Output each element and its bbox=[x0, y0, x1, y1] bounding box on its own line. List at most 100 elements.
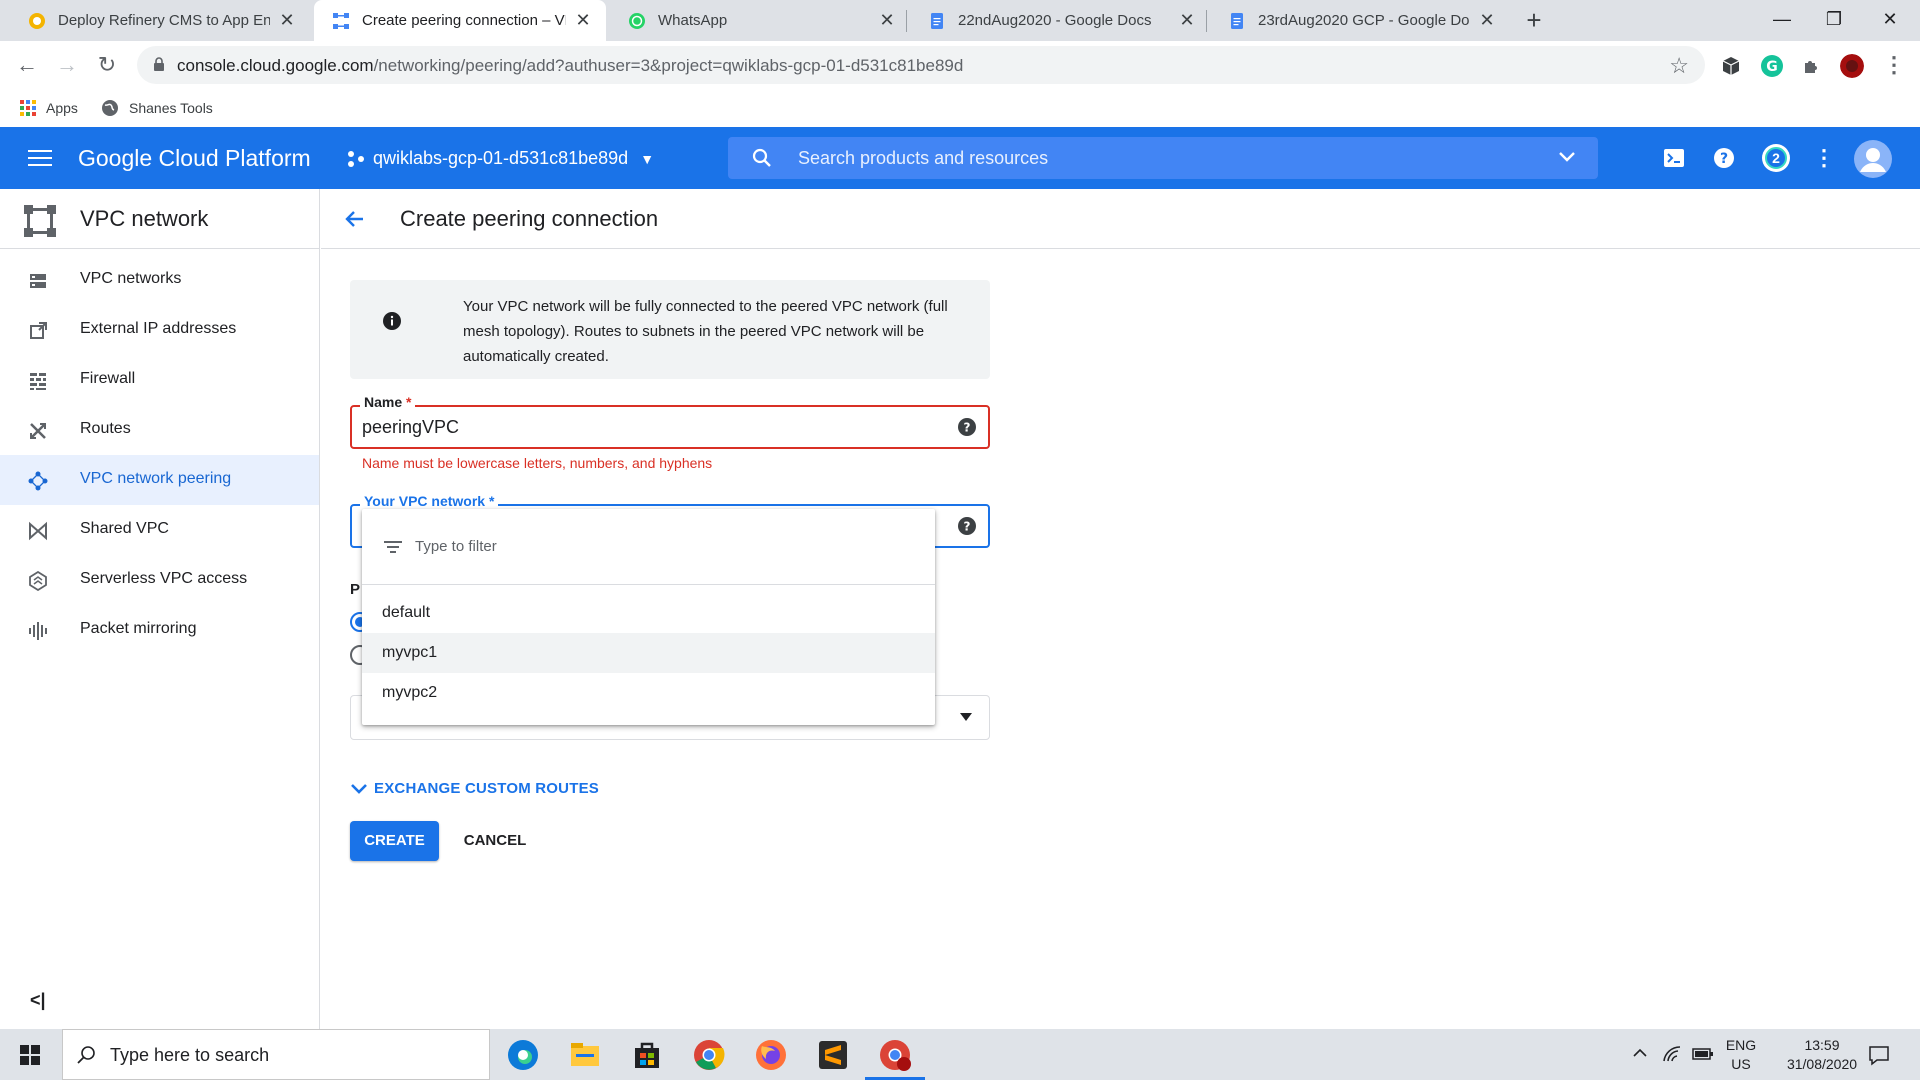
packet-mirroring-icon bbox=[29, 622, 47, 640]
dropdown-option[interactable]: default bbox=[362, 593, 935, 633]
option-label: default bbox=[382, 604, 431, 621]
back-nav-button[interactable]: ← bbox=[11, 49, 43, 81]
language-code: ENG bbox=[1725, 1037, 1757, 1053]
bookmark-star-icon[interactable]: ☆ bbox=[1669, 53, 1689, 79]
edge-icon[interactable] bbox=[506, 1038, 540, 1072]
forward-nav-button[interactable]: → bbox=[51, 49, 83, 81]
account-avatar[interactable] bbox=[1854, 140, 1892, 178]
chevron-up-icon[interactable] bbox=[1632, 1047, 1648, 1059]
search-icon bbox=[752, 148, 771, 167]
browser-menu-icon[interactable]: ⋮ bbox=[1878, 49, 1910, 81]
vpc-network-product-icon bbox=[24, 205, 56, 237]
file-explorer-icon[interactable] bbox=[568, 1038, 602, 1072]
gcp-network-icon bbox=[333, 12, 349, 29]
tab-refinery[interactable]: Deploy Refinery CMS to App Eng ✕ bbox=[10, 0, 310, 41]
address-bar[interactable]: console.cloud.google.com/networking/peer… bbox=[137, 46, 1705, 84]
profile-avatar[interactable] bbox=[1840, 54, 1864, 78]
globe-icon bbox=[102, 100, 118, 116]
hamburger-menu-icon[interactable] bbox=[28, 150, 52, 166]
collapse-sidebar-button[interactable]: <| bbox=[30, 990, 46, 1011]
required-mark: * bbox=[488, 493, 495, 509]
create-button[interactable]: CREATE bbox=[350, 821, 439, 861]
svg-text:?: ? bbox=[1720, 151, 1728, 167]
tab-title: 22ndAug2020 - Google Docs bbox=[958, 12, 1152, 29]
filter-icon bbox=[384, 541, 402, 553]
tab-separator bbox=[1206, 10, 1207, 32]
minimize-button[interactable]: — bbox=[1752, 0, 1812, 41]
help-icon[interactable]: ? bbox=[958, 418, 976, 436]
search-products-input[interactable]: Search products and resources bbox=[728, 137, 1598, 179]
cloud-shell-icon[interactable] bbox=[1662, 146, 1686, 170]
sidebar-item-serverless-vpc[interactable]: Serverless VPC access bbox=[0, 555, 319, 605]
name-input-value[interactable]: peeringVPC bbox=[362, 417, 459, 438]
info-banner: Your VPC network will be fully connected… bbox=[350, 280, 990, 379]
sidebar-item-firewall[interactable]: Firewall bbox=[0, 355, 319, 405]
close-icon[interactable]: ✕ bbox=[1178, 10, 1196, 31]
extensions-puzzle-icon[interactable] bbox=[1800, 54, 1824, 78]
gcp-title[interactable]: Google Cloud Platform bbox=[78, 145, 311, 172]
more-vert-icon[interactable]: ⋮ bbox=[1812, 146, 1836, 170]
new-tab-button[interactable]: + bbox=[1520, 7, 1548, 35]
back-arrow-icon[interactable] bbox=[343, 207, 367, 231]
sublime-icon[interactable] bbox=[816, 1038, 850, 1072]
tab-title: 23rdAug2020 GCP - Google Docs bbox=[1258, 12, 1470, 29]
chrome-profile-icon[interactable] bbox=[878, 1038, 912, 1072]
peered-network-label: P bbox=[350, 581, 361, 598]
sidebar-item-routes[interactable]: Routes bbox=[0, 405, 319, 455]
exchange-custom-routes-toggle[interactable]: EXCHANGE CUSTOM ROUTES bbox=[350, 780, 599, 797]
sidebar-item-label: Routes bbox=[80, 420, 131, 437]
close-icon[interactable]: ✕ bbox=[878, 10, 896, 31]
name-field[interactable]: Name * peeringVPC ? bbox=[350, 394, 990, 449]
svg-text:?: ? bbox=[964, 421, 971, 435]
close-icon[interactable]: ✕ bbox=[574, 10, 592, 31]
help-icon[interactable]: ? bbox=[958, 517, 976, 535]
chrome-icon[interactable] bbox=[692, 1038, 726, 1072]
project-selector[interactable]: qwiklabs-gcp-01-d531c81be89d ▼ bbox=[347, 148, 654, 169]
close-icon[interactable]: ✕ bbox=[1478, 10, 1496, 31]
dropdown-option[interactable]: myvpc1 bbox=[362, 633, 935, 673]
dropdown-filter[interactable]: Type to filter bbox=[362, 509, 935, 585]
sidebar-item-external-ip[interactable]: External IP addresses bbox=[0, 305, 319, 355]
windows-start-icon[interactable] bbox=[20, 1045, 40, 1065]
tab-separator bbox=[906, 10, 907, 32]
restore-button[interactable]: ❐ bbox=[1804, 0, 1864, 41]
dropdown-caret-icon bbox=[960, 713, 972, 721]
vpc-networks-icon bbox=[30, 274, 46, 288]
chevron-down-icon bbox=[351, 783, 367, 794]
language-indicator[interactable]: ENG US bbox=[1724, 1036, 1758, 1074]
sidebar-item-label: VPC network peering bbox=[80, 470, 232, 487]
project-id: qwiklabs-gcp-01-d531c81be89d bbox=[373, 148, 629, 168]
search-icon bbox=[77, 1046, 95, 1064]
chevron-down-icon[interactable] bbox=[1558, 150, 1576, 164]
tab-whatsapp[interactable]: WhatsApp ✕ bbox=[610, 0, 910, 41]
close-icon[interactable]: ✕ bbox=[278, 10, 296, 31]
browser-toolbar: ← → ↻ console.cloud.google.com/networkin… bbox=[0, 41, 1920, 89]
cancel-button[interactable]: CANCEL bbox=[450, 821, 540, 861]
chevron-down-icon: ▼ bbox=[640, 150, 655, 167]
dropdown-option[interactable]: myvpc2 bbox=[362, 673, 935, 713]
notifications-badge[interactable]: 2 bbox=[1762, 144, 1790, 172]
sidebar-item-vpc-networks[interactable]: VPC networks bbox=[0, 255, 319, 305]
sidebar-item-vpc-network-peering[interactable]: VPC network peering bbox=[0, 455, 319, 505]
firefox-icon[interactable] bbox=[754, 1038, 788, 1072]
sidebar-header: VPC network bbox=[0, 189, 319, 249]
product-name: VPC network bbox=[80, 206, 209, 231]
tab-docs-23rd[interactable]: 23rdAug2020 GCP - Google Docs ✕ bbox=[1210, 0, 1510, 41]
sidebar-item-packet-mirroring[interactable]: Packet mirroring bbox=[0, 605, 319, 655]
help-icon[interactable]: ? bbox=[1712, 146, 1736, 170]
wifi-icon[interactable] bbox=[1662, 1045, 1682, 1063]
extension-cube-icon[interactable] bbox=[1719, 54, 1743, 78]
taskbar-search[interactable]: Type here to search bbox=[62, 1029, 490, 1080]
reload-button[interactable]: ↻ bbox=[91, 49, 123, 81]
clock[interactable]: 13:59 31/08/2020 bbox=[1778, 1036, 1866, 1074]
grammarly-icon[interactable]: G bbox=[1760, 54, 1784, 78]
bookmark-shanes-tools[interactable]: Shanes Tools bbox=[101, 96, 213, 120]
sidebar-item-shared-vpc[interactable]: Shared VPC bbox=[0, 505, 319, 555]
tab-create-peering[interactable]: Create peering connection – VPC ✕ bbox=[314, 0, 606, 41]
bookmark-apps[interactable]: Apps bbox=[20, 96, 78, 120]
action-center-icon[interactable] bbox=[1868, 1044, 1890, 1066]
store-icon[interactable] bbox=[630, 1038, 664, 1072]
close-window-button[interactable]: ✕ bbox=[1860, 0, 1920, 41]
battery-icon[interactable] bbox=[1692, 1047, 1714, 1061]
tab-docs-22nd[interactable]: 22ndAug2020 - Google Docs ✕ bbox=[910, 0, 1210, 41]
